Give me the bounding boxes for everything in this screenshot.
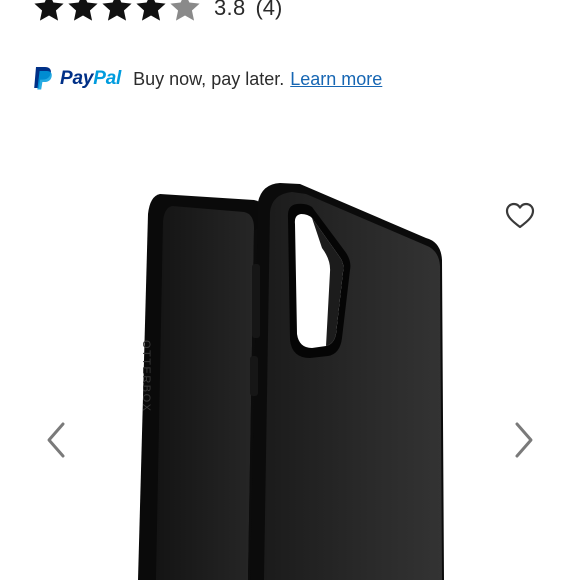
- heart-icon: [505, 202, 535, 229]
- case-brand-text: OTTERBOX: [140, 340, 152, 413]
- star-filled-icon: [102, 0, 132, 21]
- paypal-message-text: Buy now, pay later.: [133, 68, 285, 89]
- paypal-wordmark-pal: Pal: [93, 68, 122, 89]
- star-rating: [32, 0, 202, 25]
- product-image-gallery: OTTERBOX: [0, 110, 580, 580]
- review-count[interactable]: (4): [255, 0, 282, 21]
- paypal-wordmark-pay: Pay: [60, 68, 94, 89]
- add-to-favorites-button[interactable]: [502, 198, 538, 234]
- paypal-logo-icon: [34, 67, 52, 90]
- star-filled-icon: [34, 0, 64, 21]
- product-image[interactable]: OTTERBOX: [0, 110, 580, 580]
- chevron-right-icon: [515, 422, 533, 458]
- star-empty-icon: [170, 0, 200, 21]
- rating-value: 3.8: [214, 0, 246, 20]
- chevron-left-icon: [47, 422, 65, 458]
- previous-image-button[interactable]: [34, 410, 78, 470]
- next-image-button[interactable]: [502, 410, 546, 470]
- paypal-message: PayPal Buy now, pay later. Learn more: [32, 63, 382, 95]
- rating-row: 3.8 (4): [32, 0, 282, 28]
- star-filled-icon: [136, 0, 166, 21]
- learn-more-link[interactable]: Learn more: [290, 69, 382, 90]
- paypal-wordmark: PayPal: [60, 68, 121, 90]
- star-filled-icon: [68, 0, 98, 21]
